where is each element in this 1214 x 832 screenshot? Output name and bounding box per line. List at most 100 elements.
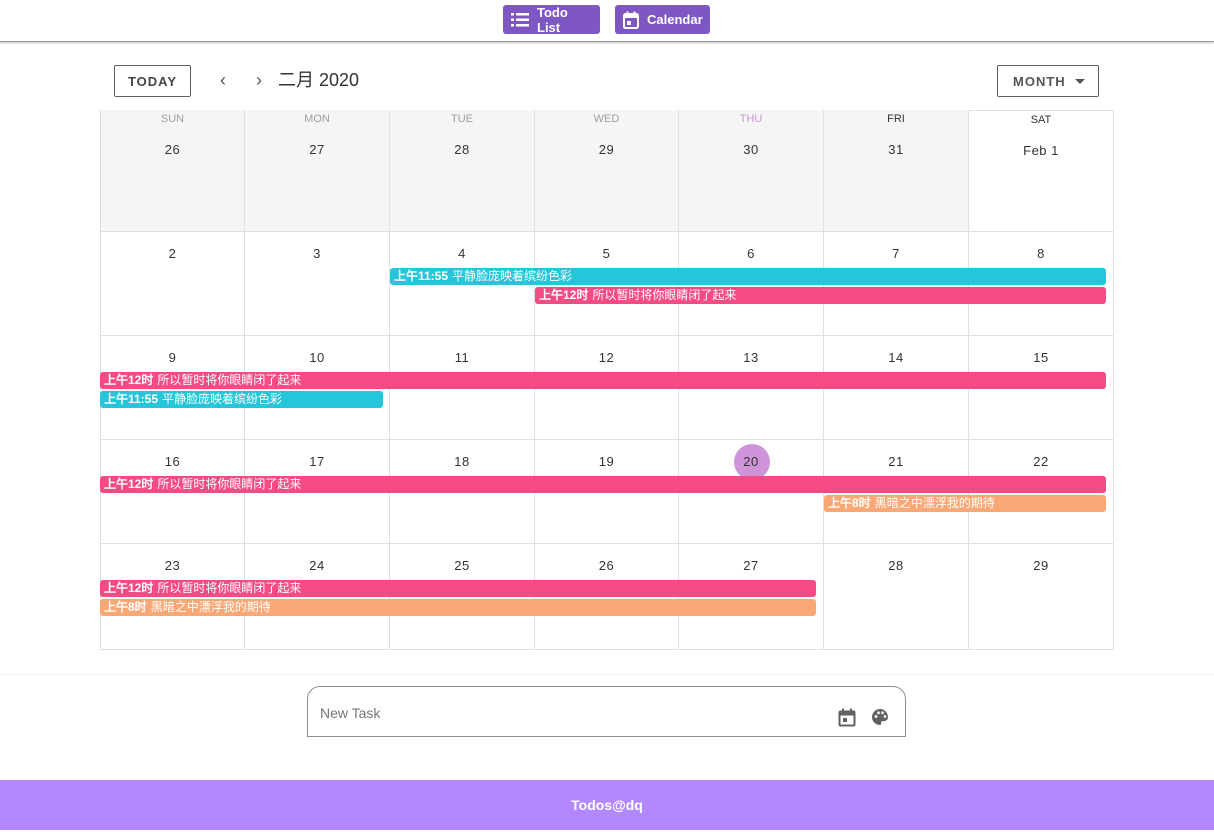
day-cell[interactable]: 23 — [100, 544, 245, 650]
date-number[interactable]: 7 — [824, 246, 968, 261]
date-number[interactable]: 17 — [245, 454, 389, 469]
date-number[interactable]: 28 — [390, 142, 534, 157]
day-cell[interactable]: 28 — [824, 544, 969, 650]
calendar-title: 二月 2020 — [278, 70, 360, 90]
calendar-event[interactable]: 上午8时 黑暗之中漂浮我的期待 — [824, 495, 1106, 512]
date-number[interactable]: 26 — [101, 142, 244, 157]
date-number[interactable]: 14 — [824, 350, 968, 365]
date-number[interactable]: 27 — [245, 142, 389, 157]
date-number[interactable]: 12 — [535, 350, 678, 365]
day-cell[interactable]: MON 27 — [245, 110, 390, 232]
calendar-event[interactable]: 上午12时 所以暂时将你眼睛闭了起来 — [100, 580, 816, 597]
day-cell[interactable]: SAT Feb 1 — [969, 110, 1114, 232]
date-number[interactable]: 2 — [101, 246, 244, 261]
event-time: 上午8时 — [828, 496, 871, 510]
day-cell[interactable]: 29 — [969, 544, 1114, 650]
day-cell[interactable]: THU 30 — [679, 110, 824, 232]
date-number[interactable]: 11 — [390, 350, 534, 365]
event-title: 平静脸庞映着缤纷色彩 — [452, 269, 573, 283]
event-title: 所以暂时将你眼睛闭了起来 — [592, 288, 737, 302]
view-type-label: MONTH — [1013, 73, 1066, 89]
event-time: 上午12时 — [539, 288, 589, 302]
date-number[interactable]: 6 — [679, 246, 823, 261]
event-title: 平静脸庞映着缤纷色彩 — [162, 392, 283, 406]
date-number[interactable]: 31 — [824, 142, 968, 157]
calendar-event[interactable]: 上午11:55 平静脸庞映着缤纷色彩 — [390, 268, 1106, 285]
calendar-event[interactable]: 上午12时 所以暂时将你眼睛闭了起来 — [100, 372, 1106, 389]
weekday-label: MON — [304, 113, 330, 125]
palette-icon[interactable] — [870, 707, 890, 727]
calendar-event[interactable]: 上午12时 所以暂时将你眼睛闭了起来 — [535, 287, 1106, 304]
date-number[interactable]: 15 — [969, 350, 1113, 365]
day-cell[interactable]: SUN 26 — [100, 110, 245, 232]
date-number[interactable]: 5 — [535, 246, 678, 261]
footer-text: Todos@dq — [571, 797, 643, 813]
new-task-field — [307, 686, 906, 737]
weekday-label: FRI — [887, 113, 905, 125]
prev-month-button[interactable]: ‹ — [213, 68, 233, 92]
event-time: 上午12时 — [104, 581, 154, 595]
weekday-label: WED — [593, 113, 620, 125]
calendar-label: Calendar — [647, 12, 703, 27]
event-time: 上午11:55 — [394, 269, 449, 283]
day-cell[interactable]: 2 — [100, 232, 245, 336]
day-cell[interactable]: WED 29 — [535, 110, 679, 232]
date-number[interactable]: 16 — [101, 454, 244, 469]
today-date-number[interactable]: 20 — [679, 454, 823, 469]
weekday-label: SAT — [1030, 114, 1052, 126]
day-cell[interactable]: 25 — [390, 544, 535, 650]
date-number[interactable]: 24 — [245, 558, 389, 573]
list-icon — [511, 11, 529, 29]
date-number[interactable]: Feb 1 — [969, 143, 1113, 158]
day-cell[interactable]: 27 — [679, 544, 824, 650]
today-button[interactable]: TODAY — [114, 65, 191, 97]
todo-list-nav-button[interactable]: Todo List — [503, 5, 600, 35]
event-title: 黑暗之中漂浮我的期待 — [874, 496, 995, 510]
date-number[interactable]: 22 — [969, 454, 1113, 469]
day-cell[interactable]: 26 — [535, 544, 679, 650]
date-number[interactable]: 9 — [101, 350, 244, 365]
app-footer: Todos@dq — [0, 780, 1214, 830]
event-time: 上午12时 — [104, 477, 154, 491]
date-number[interactable]: 28 — [824, 558, 968, 573]
calendar-icon — [623, 11, 639, 29]
event-title: 所以暂时将你眼睛闭了起来 — [157, 373, 302, 387]
date-number[interactable]: 8 — [969, 246, 1113, 261]
weekday-label: TUE — [451, 113, 473, 125]
calendar-nav-button[interactable]: Calendar — [615, 5, 710, 34]
date-number[interactable]: 25 — [390, 558, 534, 573]
date-number[interactable]: 21 — [824, 454, 968, 469]
date-number[interactable]: 18 — [390, 454, 534, 469]
chevron-down-icon — [1075, 79, 1085, 84]
day-cell[interactable]: FRI 31 — [824, 110, 969, 232]
date-number[interactable]: 10 — [245, 350, 389, 365]
event-title: 黑暗之中漂浮我的期待 — [150, 600, 271, 614]
day-cell[interactable]: TUE 28 — [390, 110, 535, 232]
weekday-label: SUN — [160, 113, 185, 125]
event-time: 上午12时 — [104, 373, 154, 387]
view-type-select[interactable]: MONTH — [997, 65, 1099, 97]
date-number[interactable]: 27 — [679, 558, 823, 573]
event-title: 所以暂时将你眼睛闭了起来 — [157, 477, 302, 491]
date-number[interactable]: 13 — [679, 350, 823, 365]
date-number[interactable]: 4 — [390, 246, 534, 261]
calendar-event[interactable]: 上午8时 黑暗之中漂浮我的期待 — [100, 599, 816, 616]
date-number[interactable]: 29 — [535, 142, 678, 157]
date-number[interactable]: 3 — [245, 246, 389, 261]
new-task-input[interactable] — [318, 695, 822, 731]
date-number[interactable]: 30 — [679, 142, 823, 157]
calendar-event[interactable]: 上午12时 所以暂时将你眼睛闭了起来 — [100, 476, 1106, 493]
date-number[interactable]: 29 — [969, 558, 1113, 573]
date-number[interactable]: 23 — [101, 558, 244, 573]
weekday-label: THU — [739, 113, 763, 125]
next-month-button[interactable]: › — [249, 68, 269, 92]
event-time: 上午11:55 — [104, 392, 159, 406]
date-number[interactable]: 19 — [535, 454, 678, 469]
day-cell[interactable]: 24 — [245, 544, 390, 650]
calendar-event[interactable]: 上午11:55 平静脸庞映着缤纷色彩 — [100, 391, 383, 408]
top-app-bar: Todo List Calendar — [0, 0, 1214, 42]
date-number[interactable]: 26 — [535, 558, 678, 573]
day-cell[interactable]: 3 — [245, 232, 390, 336]
event-title: 所以暂时将你眼睛闭了起来 — [157, 581, 302, 595]
event-icon[interactable] — [837, 707, 857, 727]
